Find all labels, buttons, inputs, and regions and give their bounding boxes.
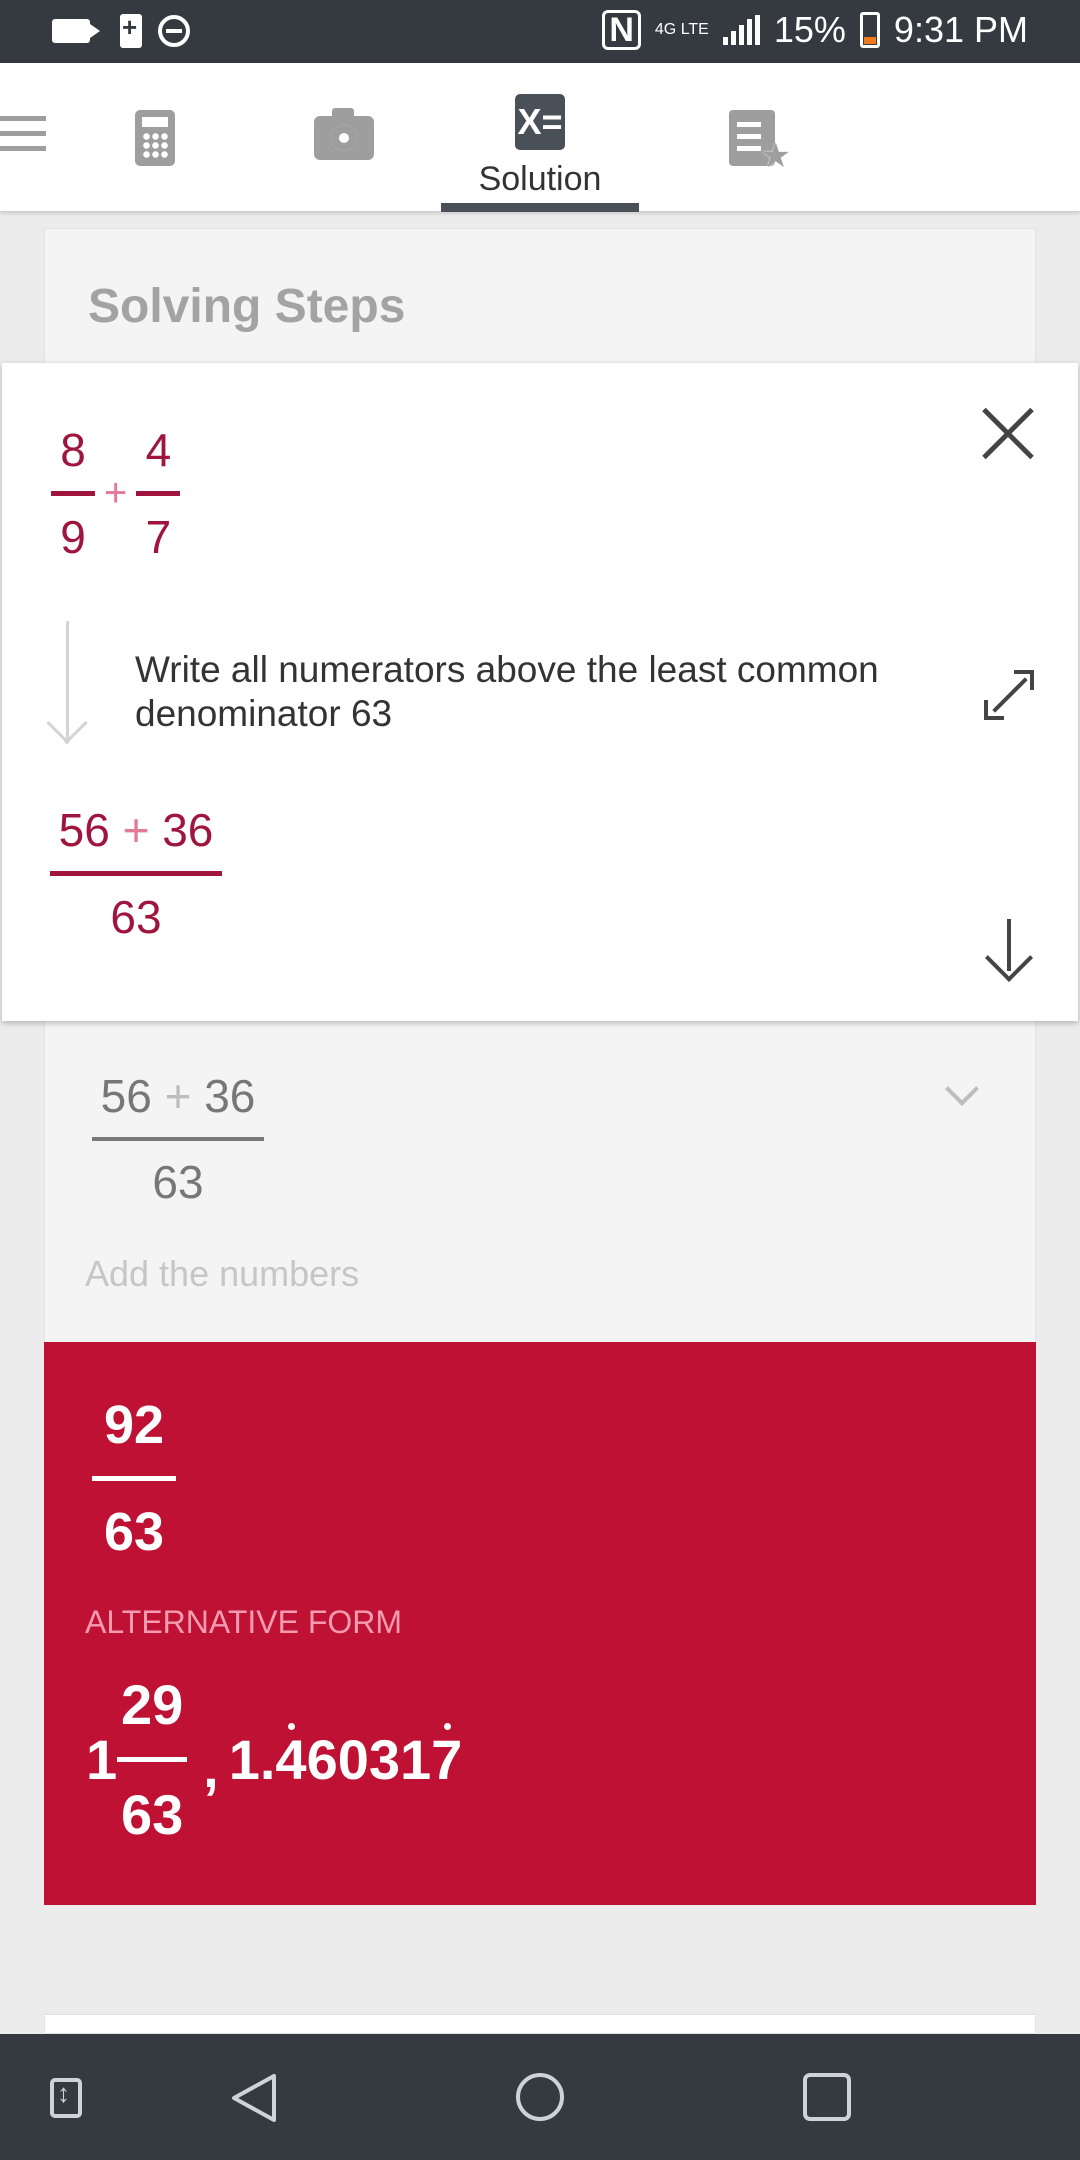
clock: 9:31 PM — [893, 9, 1028, 50]
status-bar: N 4G LTE 15% 9:31 PM — [0, 0, 1080, 63]
solving-steps-title: Solving Steps — [88, 280, 406, 333]
denominator: 63 — [103, 1502, 165, 1562]
numerator: 29 — [121, 1673, 184, 1736]
top-tab-bar: X= Solution — [0, 63, 1080, 212]
nfc-icon: N — [602, 10, 641, 50]
calculator-icon — [135, 109, 175, 166]
battery-icon — [859, 12, 880, 48]
signal-icon — [722, 15, 760, 45]
mixed-whole: 1 — [86, 1728, 118, 1791]
alternative-form: 1 29 63 , 1.460317 — [86, 1672, 462, 1847]
mixed-fraction: 29 63 — [117, 1672, 188, 1847]
camera-icon — [314, 107, 374, 160]
separator: , — [203, 1736, 219, 1799]
recent-apps-icon[interactable] — [792, 2062, 862, 2132]
denominator: 63 — [152, 1156, 204, 1208]
notebook-star-icon — [729, 109, 791, 176]
decimal-form: 1.460317 — [228, 1723, 463, 1791]
battery-percent: 15% — [773, 9, 846, 50]
chevron-down-icon[interactable] — [945, 1072, 979, 1106]
step-detail-panel: 8 9 + 4 7 Write all numerators above the… — [2, 363, 1078, 1021]
denominator: 63 — [121, 1783, 184, 1846]
video-icon — [52, 19, 100, 43]
network-type: 4G LTE — [654, 21, 709, 38]
denominator: 9 — [60, 511, 86, 563]
tab-calculator[interactable] — [130, 63, 180, 212]
home-icon[interactable] — [505, 2062, 575, 2132]
close-icon[interactable] — [980, 406, 1036, 462]
tab-solution[interactable]: X= Solution — [441, 63, 639, 212]
next-step[interactable]: 56 + 36 63 Add the numbers — [44, 1021, 1036, 1341]
system-nav-bar — [0, 2034, 1080, 2160]
menu-icon[interactable] — [0, 116, 46, 161]
numerator: 56 + 36 — [100, 1070, 256, 1122]
alternative-form-label: ALTERNATIVE FORM — [85, 1604, 403, 1640]
fraction: 56 + 36 63 — [50, 803, 222, 944]
denominator: 63 — [110, 891, 162, 943]
numerator: 4 — [145, 424, 172, 476]
step-expression: 8 9 + 4 7 — [50, 423, 181, 564]
answer-block: 92 63 ALTERNATIVE FORM 1 29 63 , 1.46031… — [44, 1342, 1036, 1905]
tab-camera[interactable] — [312, 63, 376, 212]
down-arrow-icon[interactable] — [984, 919, 1034, 983]
numerator: 56 + 36 — [58, 804, 214, 856]
answer-fraction: 92 63 — [92, 1394, 176, 1563]
active-tab-indicator — [441, 203, 639, 212]
tab-solution-label: Solution — [478, 160, 602, 198]
fraction: 56 + 36 63 — [92, 1069, 264, 1209]
switch-app-icon[interactable] — [32, 2062, 102, 2132]
back-icon[interactable] — [218, 2062, 288, 2132]
numerator: 8 — [60, 424, 86, 476]
expand-icon[interactable] — [984, 670, 1034, 720]
step-result: 56 + 36 63 — [50, 803, 222, 944]
step-instruction: Write all numerators above the least com… — [135, 649, 879, 734]
tab-notebook[interactable] — [720, 63, 791, 212]
step-arrow-head-icon — [45, 713, 89, 757]
next-step-hint: Add the numbers — [85, 1253, 360, 1294]
fraction: 8 9 — [50, 423, 96, 564]
battery-saver-icon — [120, 12, 142, 48]
next-step-expression: 56 + 36 63 — [92, 1069, 264, 1209]
next-card-peek — [44, 2014, 1036, 2034]
denominator: 7 — [145, 511, 172, 563]
operator: + — [104, 471, 128, 515]
solution-icon: X= — [515, 94, 565, 150]
fraction: 4 7 — [135, 423, 181, 564]
do-not-disturb-icon — [158, 15, 190, 47]
numerator: 92 — [103, 1395, 165, 1455]
